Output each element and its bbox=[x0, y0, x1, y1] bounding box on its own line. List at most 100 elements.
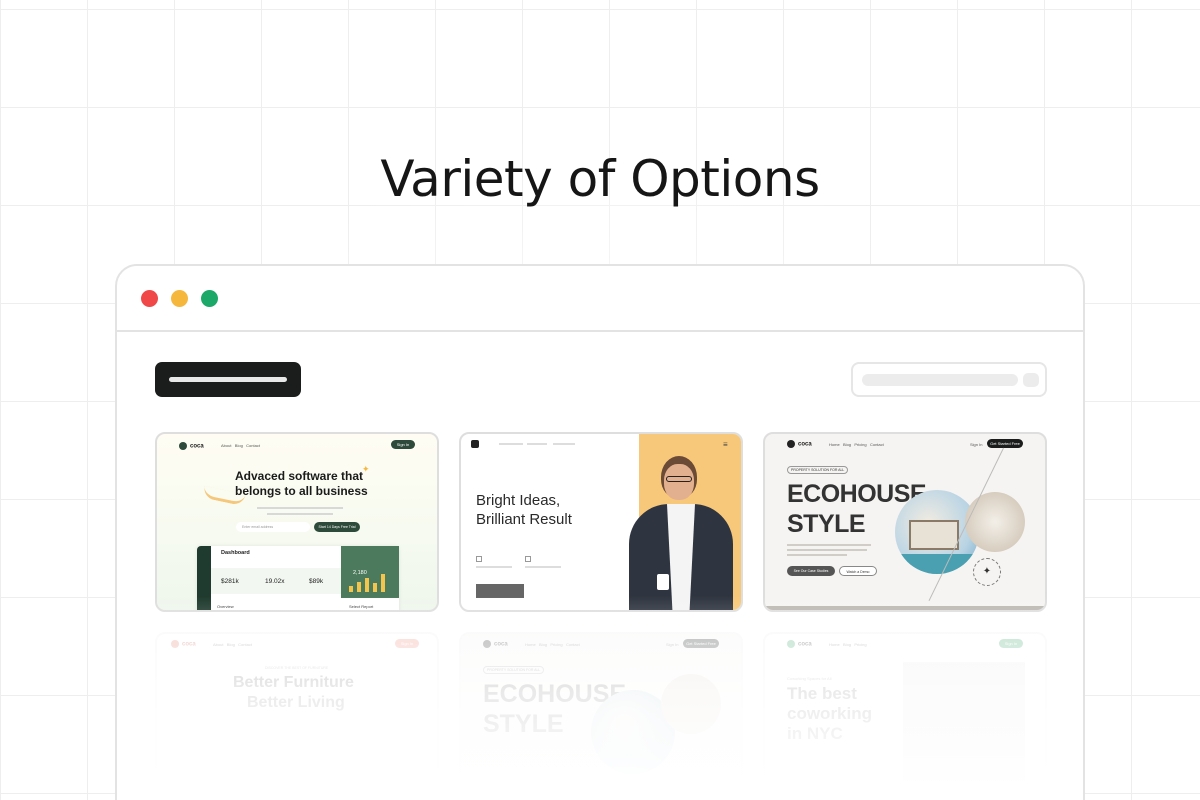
brand-logo-icon bbox=[471, 440, 479, 448]
get-started-button[interactable]: Get Started Free bbox=[987, 439, 1023, 448]
nav-blog[interactable]: Blog bbox=[539, 642, 547, 647]
coffee-cup bbox=[657, 574, 669, 590]
dashboard-sidebar bbox=[197, 546, 211, 610]
nav-about[interactable]: About bbox=[221, 443, 231, 448]
highlight-value: 2,180 bbox=[353, 570, 367, 576]
feature-icon-2 bbox=[525, 556, 531, 562]
bar-4 bbox=[373, 583, 377, 592]
stat-multiplier: 19.02x bbox=[265, 578, 285, 585]
glasses-icon bbox=[666, 476, 692, 482]
template-card-ecohouse[interactable]: coca Home Blog Pricing Contact Sign In G… bbox=[763, 432, 1047, 612]
nav-skeleton-1 bbox=[499, 443, 523, 445]
hero-title-line1: The best bbox=[787, 684, 857, 703]
primary-button-placeholder[interactable] bbox=[155, 362, 301, 397]
card-logo: coca bbox=[483, 640, 508, 648]
nav-home[interactable]: Home bbox=[829, 642, 840, 647]
hero-title-line2: Better Living bbox=[247, 694, 345, 711]
hero-title-line1: Better Furniture bbox=[233, 674, 354, 691]
interior-photo-circle bbox=[965, 492, 1025, 552]
coca-logo-icon bbox=[483, 640, 491, 648]
sign-in-button[interactable]: Sign In bbox=[999, 639, 1023, 648]
browser-titlebar bbox=[117, 266, 1083, 332]
nav-contact[interactable]: Contact bbox=[246, 443, 260, 448]
nav-contact[interactable]: Contact bbox=[238, 642, 252, 647]
stat-revenue: $281k bbox=[221, 578, 239, 585]
nav-contact[interactable]: Contact bbox=[870, 442, 884, 447]
minimize-dot[interactable] bbox=[171, 290, 188, 307]
menu-icon[interactable]: ≡ bbox=[723, 440, 728, 449]
free-trial-button[interactable]: Start 14 Days Free Trial bbox=[314, 522, 360, 532]
email-input[interactable]: Enter email address bbox=[236, 522, 310, 532]
watch-demo-button[interactable]: Watch a Demo bbox=[839, 566, 877, 576]
hero-title-line1: Advaced software that bbox=[235, 469, 364, 483]
template-card-software[interactable]: coca About Blog Contact Sign In Advaced … bbox=[155, 432, 439, 612]
coca-logo-icon bbox=[787, 640, 795, 648]
star-seal-icon: ✦ bbox=[973, 558, 1001, 586]
nav-pricing[interactable]: Pricing bbox=[550, 642, 562, 647]
template-card-coworking[interactable]: coca Home Blog Pricing Sign In Coworking… bbox=[763, 632, 1047, 800]
nav-blog[interactable]: Blog bbox=[843, 442, 851, 447]
nav-blog[interactable]: Blog bbox=[227, 642, 235, 647]
subtitle-skeleton bbox=[257, 507, 343, 509]
overview-tab[interactable]: Overview bbox=[217, 604, 234, 609]
nav-home[interactable]: Home bbox=[525, 642, 536, 647]
nav-blog[interactable]: Blog bbox=[843, 642, 851, 647]
feature-icon-1 bbox=[476, 556, 482, 562]
select-report-link[interactable]: Select Report bbox=[349, 604, 373, 609]
hero-title-line1: Bright Ideas, bbox=[476, 492, 561, 509]
stat-profit: $89k bbox=[309, 578, 324, 585]
card-logo: coca bbox=[171, 640, 196, 648]
sign-in-button[interactable]: Sign In bbox=[391, 440, 415, 449]
property-badge: PROPERTY SOLUTION FOR ALL bbox=[483, 666, 545, 674]
case-studies-button[interactable]: See Our Case Studies bbox=[787, 566, 835, 576]
hero-title-line2: Brilliant Result bbox=[476, 511, 572, 528]
nav-skeleton-2 bbox=[527, 443, 547, 445]
nav-pricing[interactable]: Pricing bbox=[854, 442, 866, 447]
search-field-placeholder[interactable] bbox=[851, 362, 1047, 397]
house-shape bbox=[909, 520, 959, 550]
description-skeleton-1 bbox=[787, 544, 871, 546]
feature-text-skeleton-2 bbox=[525, 566, 561, 568]
nav-contact[interactable]: Contact bbox=[566, 642, 580, 647]
button-label-skeleton bbox=[169, 377, 287, 382]
hero-title-line3: in NYC bbox=[787, 724, 843, 743]
bar-1 bbox=[349, 586, 353, 592]
feature-text-skeleton-1 bbox=[476, 566, 512, 568]
template-card-furniture[interactable]: coca About Blog Contact Sign In DISCOVER… bbox=[155, 632, 439, 800]
furniture-kicker: DISCOVER THE BEST OF FURNITURE bbox=[265, 666, 329, 670]
search-text-skeleton bbox=[862, 374, 1018, 386]
card-logo: coca bbox=[787, 440, 812, 448]
card-logo: coca bbox=[179, 442, 204, 450]
nav-skeleton-3 bbox=[553, 443, 575, 445]
nav-home[interactable]: Home bbox=[829, 442, 840, 447]
pool-shape bbox=[895, 554, 979, 574]
close-dot[interactable] bbox=[141, 290, 158, 307]
sign-in-link[interactable]: Sign In bbox=[970, 442, 982, 447]
card-logo: coca bbox=[787, 640, 812, 648]
template-card-bright-ideas[interactable]: ≡ Bright Ideas, Brilliant Result bbox=[459, 432, 743, 612]
page-title: Variety of Options bbox=[380, 150, 820, 208]
office-photo bbox=[903, 662, 1025, 782]
search-button-skeleton[interactable] bbox=[1023, 373, 1039, 387]
coca-logo-icon bbox=[171, 640, 179, 648]
description-skeleton-3 bbox=[787, 554, 847, 556]
description-skeleton-2 bbox=[787, 549, 867, 551]
maximize-dot[interactable] bbox=[201, 290, 218, 307]
bar-3 bbox=[365, 578, 369, 592]
footer-bar bbox=[765, 606, 1045, 610]
coca-logo-icon bbox=[179, 442, 187, 450]
hero-title-line2: STYLE bbox=[483, 710, 564, 738]
coca-logo-icon bbox=[787, 440, 795, 448]
sign-in-button[interactable]: Sign In bbox=[395, 639, 419, 648]
bar-2 bbox=[357, 582, 361, 592]
sign-in-link[interactable]: Sign In bbox=[666, 642, 678, 647]
nav-pricing[interactable]: Pricing bbox=[854, 642, 866, 647]
nav-blog[interactable]: Blog bbox=[235, 443, 243, 448]
sparkle-icon: ✦ bbox=[362, 464, 370, 474]
hero-title-line2: coworking bbox=[787, 704, 873, 723]
bar-5 bbox=[381, 574, 385, 592]
template-card-ecohouse-2[interactable]: coca Home Blog Pricing Contact Sign In G… bbox=[459, 632, 743, 800]
get-started-button[interactable]: Get Started Free bbox=[683, 639, 719, 648]
cta-button-placeholder[interactable] bbox=[476, 584, 524, 598]
nav-about[interactable]: About bbox=[213, 642, 223, 647]
